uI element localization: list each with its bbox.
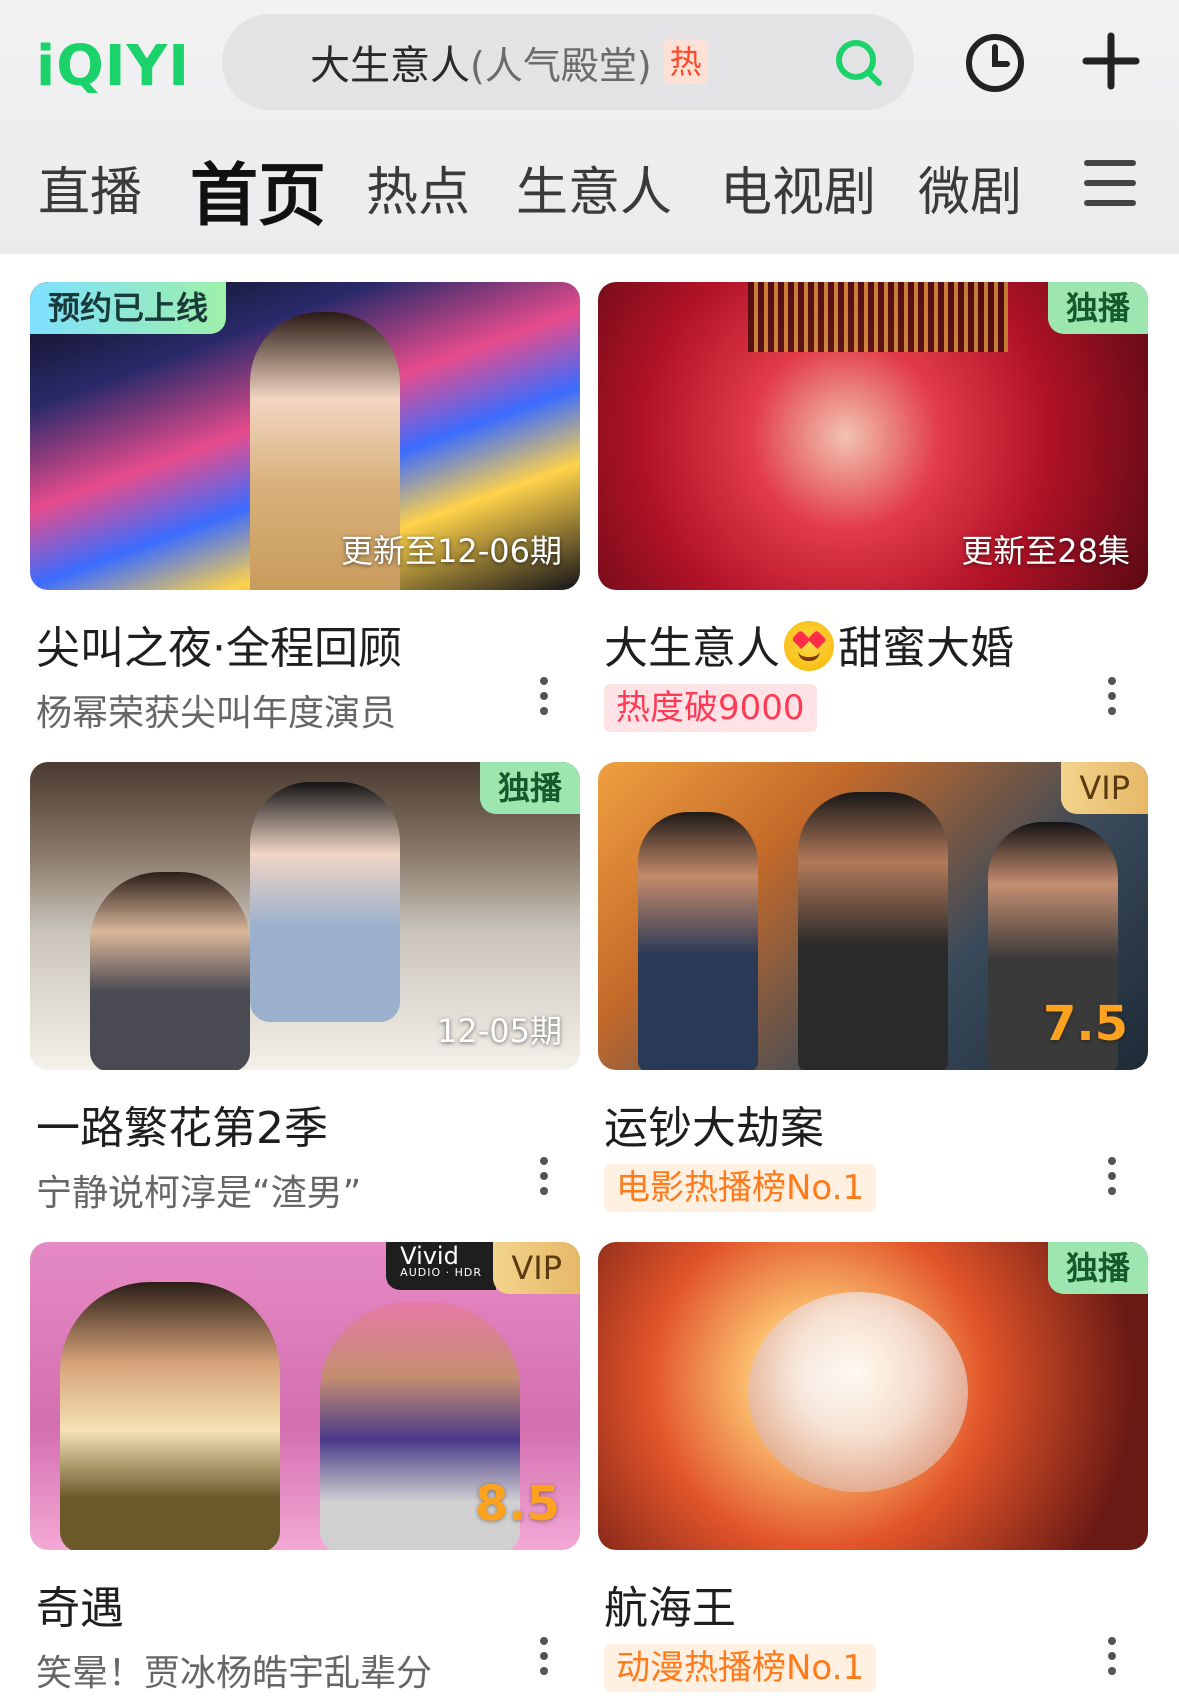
more-options-icon[interactable] bbox=[1106, 1156, 1118, 1196]
video-subtitle: 笑晕！贾冰杨皓宇乱辈分 bbox=[36, 1653, 433, 1694]
hot-badge: 热 bbox=[663, 40, 708, 84]
search-hint: (人气殿堂) bbox=[470, 43, 652, 88]
search-query[interactable]: 大生意人 bbox=[310, 33, 470, 91]
character-figure bbox=[748, 1292, 968, 1492]
video-title[interactable]: 大生意人 甜蜜大婚 bbox=[604, 612, 1148, 676]
video-subtitle: 宁静说柯淳是“渣男” bbox=[36, 1173, 362, 1214]
update-label: 更新至28集 bbox=[961, 532, 1130, 570]
top-header: iQIYI 大生意人 (人气殿堂) 热 直播 首页 热点 生意人 电视剧 微剧 bbox=[0, 0, 1179, 254]
menu-icon[interactable] bbox=[1082, 156, 1138, 210]
tab-tv-series[interactable]: 电视剧 bbox=[720, 150, 876, 225]
video-title[interactable]: 奇遇 bbox=[36, 1572, 580, 1636]
more-options-icon[interactable] bbox=[1106, 676, 1118, 716]
video-thumbnail[interactable]: Vivid AUDIO · HDR VIP 8.5 bbox=[30, 1242, 580, 1550]
video-thumbnail[interactable]: VIP 7.5 bbox=[598, 762, 1148, 1070]
rank-tag: 电影热播榜No.1 bbox=[604, 1164, 877, 1212]
update-label: 更新至12-06期 bbox=[341, 532, 562, 570]
video-thumbnail[interactable]: 预约已上线 更新至12-06期 bbox=[30, 282, 580, 590]
video-thumbnail[interactable]: 独播 12-05期 bbox=[30, 762, 580, 1070]
video-title[interactable]: 航海王 bbox=[604, 1572, 1148, 1636]
more-options-icon[interactable] bbox=[538, 676, 550, 716]
vivid-hdr-badge: Vivid AUDIO · HDR bbox=[386, 1242, 496, 1290]
search-bar[interactable]: 大生意人 (人气殿堂) 热 bbox=[222, 14, 914, 110]
tab-business[interactable]: 生意人 bbox=[516, 150, 672, 225]
video-title[interactable]: 尖叫之夜·全程回顾 bbox=[36, 612, 580, 676]
video-card[interactable]: Vivid AUDIO · HDR VIP 8.5 奇遇 笑晕！贾冰杨皓宇乱辈分 bbox=[30, 1242, 580, 1696]
exclusive-badge: 独播 bbox=[1047, 282, 1148, 334]
vivid-sublabel: AUDIO · HDR bbox=[400, 1266, 482, 1279]
video-card[interactable]: 独播 航海王 动漫热播榜No.1 bbox=[598, 1242, 1148, 1692]
video-card[interactable]: 独播 更新至28集 大生意人 甜蜜大婚 热度破9000 bbox=[598, 282, 1148, 732]
video-title[interactable]: 一路繁花第2季 bbox=[36, 1092, 580, 1156]
vip-badge: VIP bbox=[1061, 762, 1148, 814]
video-thumbnail[interactable]: 独播 更新至28集 bbox=[598, 282, 1148, 590]
headdress-pattern bbox=[748, 282, 1008, 352]
plus-icon[interactable] bbox=[1078, 28, 1144, 94]
video-title[interactable]: 运钞大劫案 bbox=[604, 1092, 1148, 1156]
search-icon[interactable] bbox=[832, 36, 884, 88]
category-tabs: 直播 首页 热点 生意人 电视剧 微剧 bbox=[0, 140, 1179, 236]
rating-score: 8.5 bbox=[474, 1476, 560, 1532]
person-silhouette bbox=[60, 1282, 280, 1550]
tab-hot[interactable]: 热点 bbox=[366, 150, 470, 225]
person-silhouette bbox=[798, 792, 948, 1070]
exclusive-badge: 独播 bbox=[1047, 1242, 1148, 1294]
person-silhouette bbox=[90, 872, 250, 1070]
exclusive-badge: 独播 bbox=[479, 762, 580, 814]
tab-micro-drama[interactable]: 微剧 bbox=[918, 150, 1022, 225]
heat-tag: 热度破9000 bbox=[604, 684, 817, 732]
episode-label: 12-05期 bbox=[437, 1012, 562, 1050]
video-title-part: 甜蜜大婚 bbox=[838, 623, 1014, 674]
iqiyi-logo[interactable]: iQIYI bbox=[36, 34, 190, 99]
reservation-badge: 预约已上线 bbox=[30, 282, 227, 334]
person-silhouette bbox=[638, 812, 758, 1070]
rating-score: 7.5 bbox=[1042, 996, 1128, 1052]
video-title-part: 大生意人 bbox=[604, 623, 780, 674]
video-card[interactable]: 独播 12-05期 一路繁花第2季 宁静说柯淳是“渣男” bbox=[30, 762, 580, 1216]
video-thumbnail[interactable]: 独播 bbox=[598, 1242, 1148, 1550]
video-card[interactable]: VIP 7.5 运钞大劫案 电影热播榜No.1 bbox=[598, 762, 1148, 1212]
person-silhouette bbox=[250, 782, 400, 1022]
tab-home[interactable]: 首页 bbox=[190, 140, 326, 239]
vip-badge: VIP bbox=[493, 1242, 580, 1294]
video-subtitle: 杨幂荣获尖叫年度演员 bbox=[36, 693, 397, 734]
history-clock-icon[interactable] bbox=[962, 30, 1028, 96]
more-options-icon[interactable] bbox=[538, 1636, 550, 1676]
more-options-icon[interactable] bbox=[1106, 1636, 1118, 1676]
heart-eyes-emoji-icon bbox=[784, 621, 834, 671]
tab-live[interactable]: 直播 bbox=[38, 150, 142, 225]
more-options-icon[interactable] bbox=[538, 1156, 550, 1196]
rank-tag: 动漫热播榜No.1 bbox=[604, 1644, 877, 1692]
video-card[interactable]: 预约已上线 更新至12-06期 尖叫之夜·全程回顾 杨幂荣获尖叫年度演员 bbox=[30, 282, 580, 736]
